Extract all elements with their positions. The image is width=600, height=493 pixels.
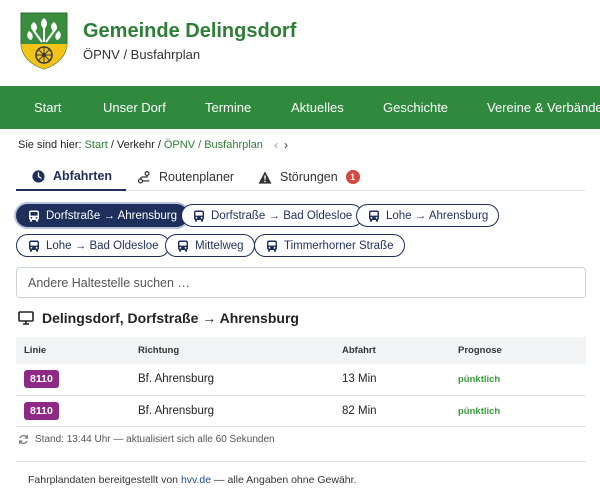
main-navigation: Start Unser Dorf Termine Aktuelles Gesch… xyxy=(0,86,600,129)
page-subtitle: ÖPNV / Busfahrplan xyxy=(83,47,201,62)
stop-chip-lohe-ahrensburg[interactable]: Lohe → Ahrensburg xyxy=(356,204,500,227)
direction-cell: Bf. Ahrensburg xyxy=(138,404,215,417)
breadcrumb: Sie sind hier: Start / Verkehr / ÖPNV / … xyxy=(18,138,294,152)
table-header-row: Linie Richtung Abfahrt Prognose xyxy=(16,337,586,364)
stop-search-input[interactable] xyxy=(16,267,586,298)
stop-chip-dorfstrasse-ahrensburg[interactable]: Dorfstraße → Ahrensburg xyxy=(16,204,189,227)
column-header-richtung: Richtung xyxy=(138,345,180,356)
chevron-right-icon[interactable]: › xyxy=(284,138,294,152)
nav-item-geschichte[interactable]: Geschichte xyxy=(383,86,448,129)
footer-text-before: Fahrplandaten bereitgestellt von xyxy=(28,474,179,486)
column-header-abfahrt: Abfahrt xyxy=(342,345,376,356)
footer-link-hvv[interactable]: hvv.de xyxy=(181,474,211,486)
nav-item-termine[interactable]: Termine xyxy=(205,86,251,129)
chip-label: Timmerhorner Straße xyxy=(284,239,394,252)
breadcrumb-separator: / xyxy=(157,139,161,151)
forecast-cell: pünktlich xyxy=(458,374,501,386)
stop-chip-lohe-bad-oldesloe[interactable]: Lohe → Bad Oldesloe xyxy=(16,234,170,257)
bus-icon xyxy=(178,240,188,252)
footer-text-after: — alle Angaben ohne Gewähr. xyxy=(214,474,357,486)
refresh-icon xyxy=(18,435,29,444)
departure-cell: 82 Min xyxy=(342,404,377,417)
line-badge: 8110 xyxy=(24,401,59,420)
tab-stoerungen[interactable]: Störungen 1 xyxy=(258,163,360,191)
bus-icon xyxy=(267,240,277,252)
breadcrumb-separator: / xyxy=(110,139,114,151)
footer-note: Fahrplandaten bereitgestellt von hvv.de … xyxy=(28,474,356,486)
nav-item-vereine[interactable]: Vereine & Verbände xyxy=(487,86,600,129)
chip-label: Dorfstraße → Bad Oldesloe xyxy=(211,209,353,222)
monitor-icon xyxy=(18,311,34,325)
bus-icon xyxy=(29,210,39,222)
nav-item-aktuelles[interactable]: Aktuelles xyxy=(291,86,344,129)
departures-heading: Delingsdorf, Dorfstraße → Ahrensburg xyxy=(18,310,299,326)
column-header-linie: Linie xyxy=(24,345,47,356)
status-text: Stand: 13:44 Uhr — aktualisiert sich all… xyxy=(35,434,275,445)
update-status: Stand: 13:44 Uhr — aktualisiert sich all… xyxy=(18,434,275,445)
departures-table: Linie Richtung Abfahrt Prognose 8110 Bf.… xyxy=(16,337,586,427)
stop-chip-timmerhorner-strasse[interactable]: Timmerhorner Straße xyxy=(254,234,405,257)
table-row: 8110 Bf. Ahrensburg 82 Min pünktlich xyxy=(16,395,586,426)
chip-label: Dorfstraße → Ahrensburg xyxy=(46,209,178,222)
breadcrumb-prefix: Sie sind hier: xyxy=(18,139,82,151)
nav-item-unser-dorf[interactable]: Unser Dorf xyxy=(103,86,166,129)
line-badge: 8110 xyxy=(24,370,59,389)
chip-label: Lohe → Ahrensburg xyxy=(386,209,489,222)
breadcrumb-item-verkehr: Verkehr xyxy=(116,139,155,151)
chip-label: Mittelweg xyxy=(195,239,244,252)
bus-icon xyxy=(29,240,39,252)
bus-icon xyxy=(194,210,204,222)
site-title[interactable]: Gemeinde Delingsdorf xyxy=(83,20,296,43)
coat-of-arms-logo[interactable] xyxy=(20,12,68,70)
chevron-left-icon[interactable]: ‹ xyxy=(274,138,284,152)
breadcrumb-link-start[interactable]: Start xyxy=(85,139,108,151)
site-header: Gemeinde Delingsdorf ÖPNV / Busfahrplan xyxy=(0,0,600,86)
tab-label: Abfahrten xyxy=(53,169,113,183)
warning-icon xyxy=(258,170,272,184)
tab-bar: Abfahrten Routenplaner Störungen 1 xyxy=(16,163,586,191)
column-header-prognose: Prognose xyxy=(458,345,502,356)
stop-chip-mittelweg[interactable]: Mittelweg xyxy=(165,234,255,257)
tab-label: Routenplaner xyxy=(159,170,235,184)
footer-divider xyxy=(16,461,586,462)
tab-abfahrten[interactable]: Abfahrten xyxy=(16,163,127,191)
clock-icon xyxy=(32,169,45,183)
breadcrumb-link-oepnv[interactable]: ÖPNV / Busfahrplan xyxy=(164,139,263,151)
departures-title: Delingsdorf, Dorfstraße → Ahrensburg xyxy=(42,310,299,326)
departure-cell: 13 Min xyxy=(342,373,377,386)
stop-chip-dorfstrasse-bad-oldesloe[interactable]: Dorfstraße → Bad Oldesloe xyxy=(181,204,364,227)
route-icon xyxy=(137,170,150,184)
nav-item-start[interactable]: Start xyxy=(34,86,61,129)
forecast-cell: pünktlich xyxy=(458,405,501,417)
table-row: 8110 Bf. Ahrensburg 13 Min pünktlich xyxy=(16,364,586,395)
direction-cell: Bf. Ahrensburg xyxy=(138,373,215,386)
tab-label: Störungen xyxy=(280,170,338,184)
bus-icon xyxy=(369,210,379,222)
chip-label: Lohe → Bad Oldesloe xyxy=(46,239,159,252)
alert-count-badge: 1 xyxy=(345,170,360,184)
tab-routenplaner[interactable]: Routenplaner xyxy=(137,163,234,191)
